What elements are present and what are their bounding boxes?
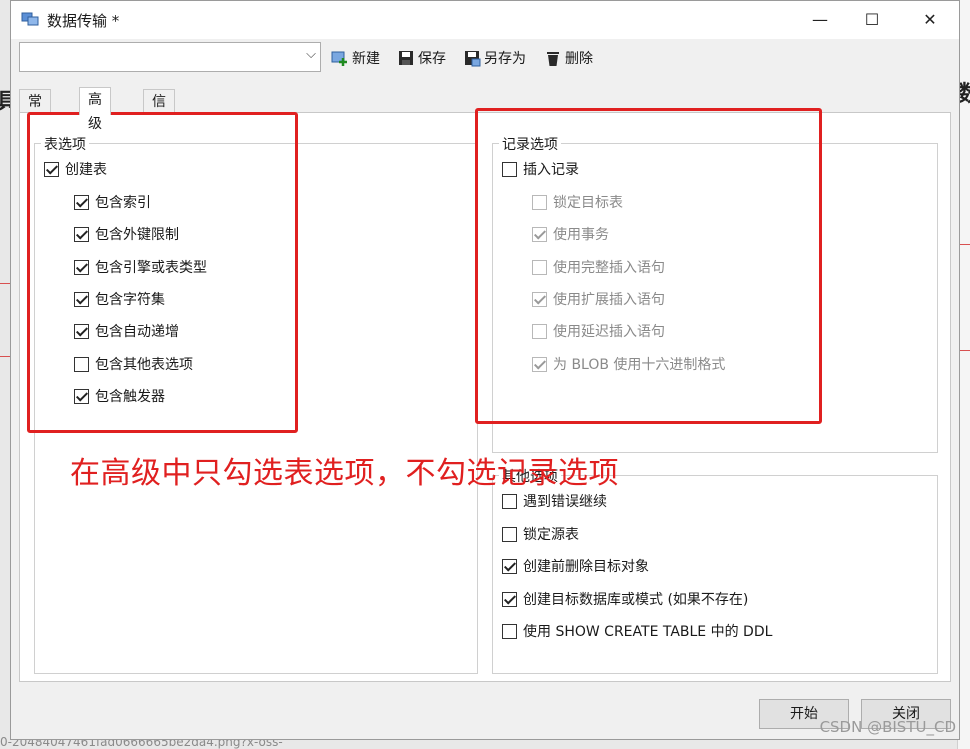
save-as-icon	[465, 51, 481, 67]
delete-label: 删除	[565, 51, 593, 67]
minimize-button[interactable]: —	[797, 1, 843, 39]
annotation-box-table-options	[27, 112, 298, 433]
background-red-line	[0, 356, 10, 357]
save-as-label: 另存为	[484, 51, 526, 67]
chevron-down-icon: ⌵	[306, 47, 316, 62]
save-button[interactable]: 保存	[397, 47, 446, 69]
drop-target-objects-label: 创建前删除目标对象	[523, 559, 649, 575]
watermark: CSDN @BISTU_CD	[819, 718, 956, 736]
drop-target-objects-checkbox[interactable]: 创建前删除目标对象	[502, 556, 649, 576]
title-bar: 数据传输 * — ☐ ✕	[11, 1, 959, 39]
background-red-line	[960, 350, 970, 351]
continue-on-error-label: 遇到错误继续	[523, 494, 607, 510]
checkbox-box	[502, 526, 517, 542]
maximize-button[interactable]: ☐	[849, 1, 895, 39]
checkbox-box	[502, 591, 517, 607]
new-label: 新建	[352, 51, 380, 67]
annotation-box-record-options	[475, 108, 822, 424]
save-label: 保存	[418, 51, 446, 67]
tab-message-log[interactable]: 信息日志	[143, 89, 175, 182]
create-target-database-label: 创建目标数据库或模式 (如果不存在)	[523, 592, 749, 608]
checkbox-box	[502, 493, 517, 509]
checkbox-box	[502, 558, 517, 574]
toolbar: ⌵ 新建 保存 另存为 删除	[11, 39, 959, 79]
save-as-button[interactable]: 另存为	[463, 47, 526, 69]
background-red-line	[0, 283, 10, 284]
tab-general[interactable]: 常规	[19, 89, 51, 134]
checkbox-box	[502, 623, 517, 639]
data-transfer-icon	[21, 12, 39, 26]
close-window-button[interactable]: ✕	[907, 1, 953, 39]
create-target-database-checkbox[interactable]: 创建目标数据库或模式 (如果不存在)	[502, 589, 748, 609]
trash-icon	[547, 52, 559, 66]
lock-source-table-checkbox[interactable]: 锁定源表	[502, 524, 579, 544]
background-red-line	[960, 244, 970, 245]
delete-button[interactable]: 删除	[544, 47, 593, 69]
use-show-create-ddl-checkbox[interactable]: 使用 SHOW CREATE TABLE 中的 DDL	[502, 621, 772, 641]
window-title: 数据传输 *	[47, 12, 120, 30]
continue-on-error-checkbox[interactable]: 遇到错误继续	[502, 491, 607, 511]
save-icon	[399, 51, 413, 65]
annotation-text: 在高级中只勾选表选项，不勾选记录选项	[70, 456, 619, 491]
lock-source-table-label: 锁定源表	[523, 527, 579, 543]
tab-advanced[interactable]: 高级	[79, 87, 111, 132]
use-show-create-ddl-label: 使用 SHOW CREATE TABLE 中的 DDL	[523, 624, 773, 640]
profile-combobox[interactable]: ⌵	[19, 42, 321, 72]
new-button[interactable]: 新建	[331, 47, 380, 69]
new-icon	[331, 51, 347, 66]
